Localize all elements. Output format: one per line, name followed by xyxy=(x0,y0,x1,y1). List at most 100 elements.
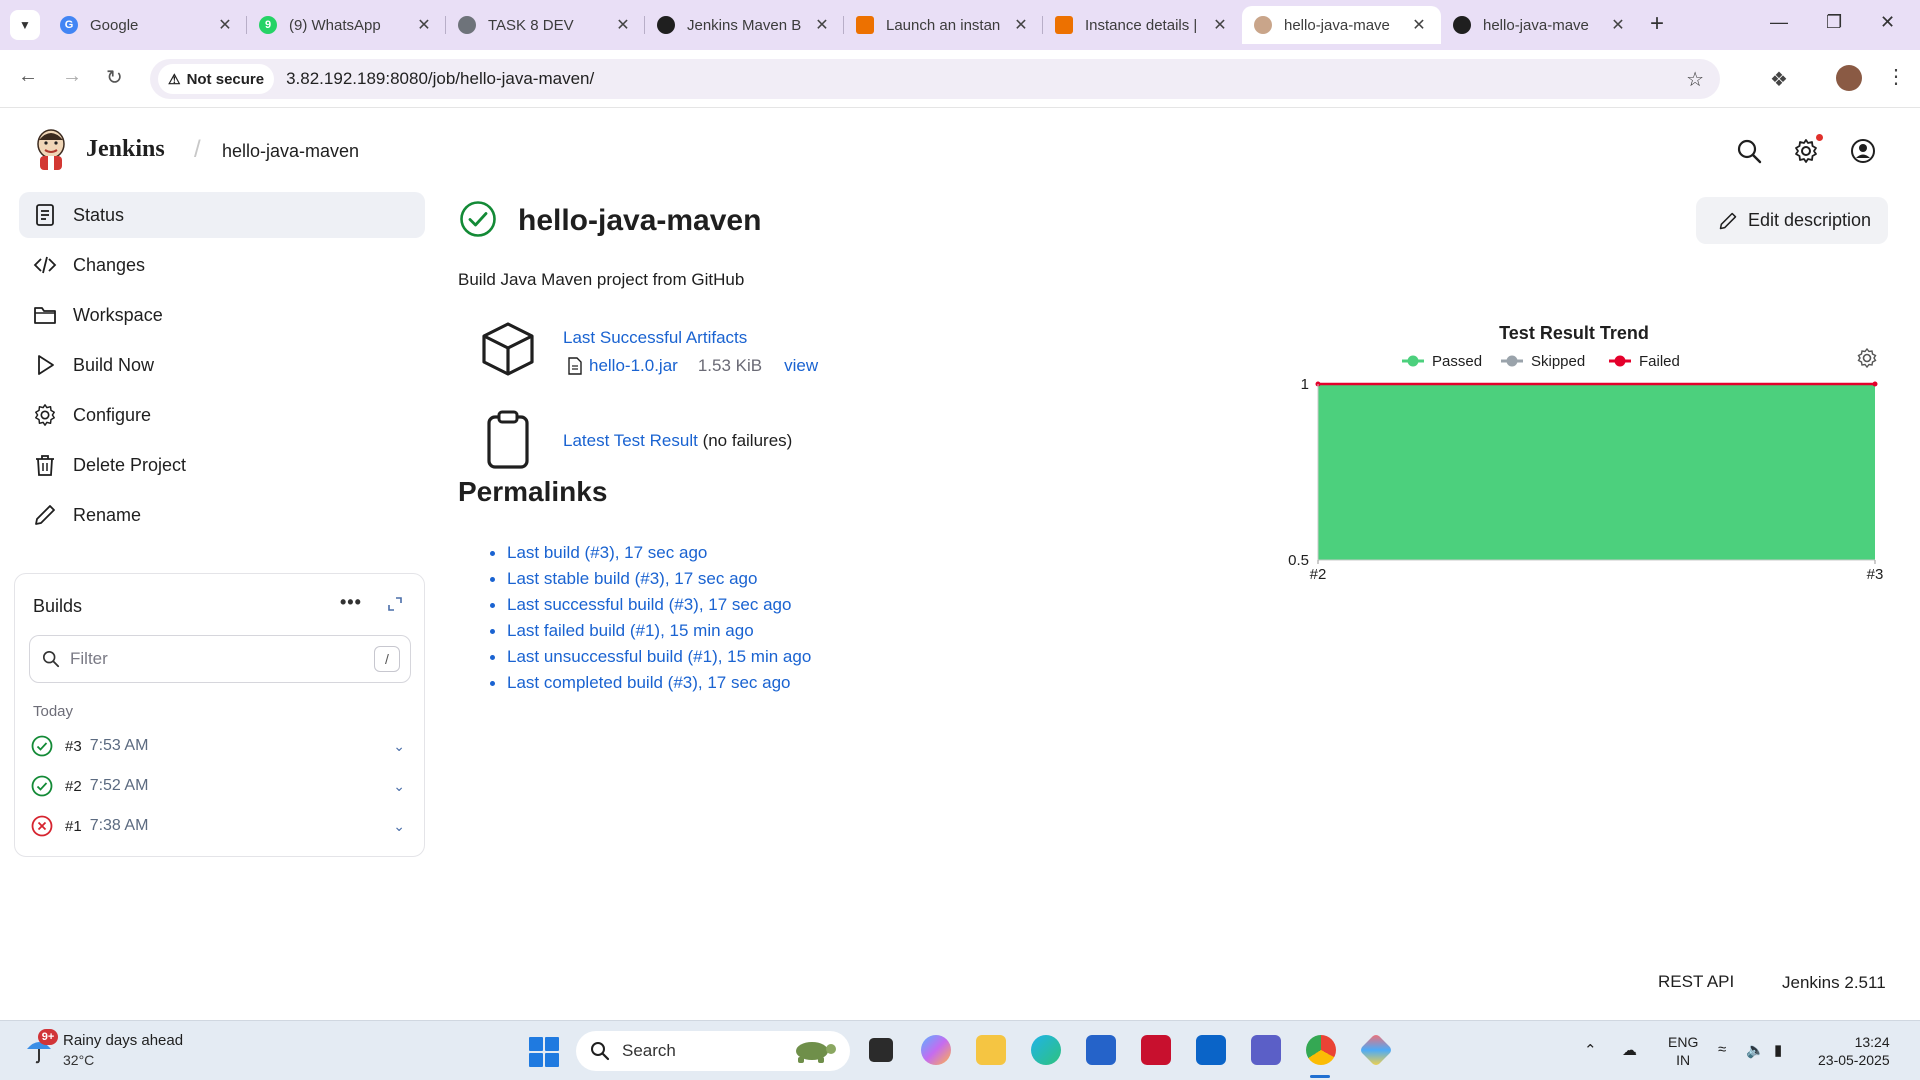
address-bar[interactable]: ⚠ Not secure 3.82.192.189:8080/job/hello… xyxy=(150,59,1720,99)
close-tab-icon[interactable]: ✕ xyxy=(1608,15,1628,35)
close-tab-icon[interactable]: ✕ xyxy=(613,15,633,35)
close-tab-icon[interactable]: ✕ xyxy=(812,15,832,35)
artifact-view-link[interactable]: view xyxy=(784,356,818,376)
site-security-chip[interactable]: ⚠ Not secure xyxy=(158,64,275,94)
y-tick-label: 1 xyxy=(1301,376,1309,393)
chevron-down-icon[interactable]: ⌄ xyxy=(393,738,405,755)
permalink-last-unsuccessful-build[interactable]: Last unsuccessful build (#1), 15 min ago xyxy=(507,647,811,667)
chevron-down-icon[interactable]: ⌄ xyxy=(393,818,405,835)
filter-input[interactable] xyxy=(70,649,374,669)
back-button[interactable]: ← xyxy=(18,65,38,88)
onedrive-icon[interactable]: ☁ xyxy=(1622,1041,1637,1059)
minimize-button[interactable]: — xyxy=(1770,12,1788,33)
chart-settings-gear-icon[interactable] xyxy=(1857,347,1877,369)
clock-date: 23-05-2025 xyxy=(1818,1052,1890,1068)
tab-whatsapp[interactable]: 9 (9) WhatsApp ✕ xyxy=(247,6,446,44)
new-tab-button[interactable]: + xyxy=(1650,10,1664,38)
legend-marker xyxy=(1506,355,1518,367)
jenkins-logo[interactable] xyxy=(34,128,68,172)
last-successful-artifacts-link[interactable]: Last Successful Artifacts xyxy=(563,328,747,348)
url-text[interactable]: 3.82.192.189:8080/job/hello-java-maven/ xyxy=(286,69,594,89)
permalink-last-build[interactable]: Last build (#3), 17 sec ago xyxy=(507,543,707,563)
builds-filter[interactable]: / xyxy=(29,635,411,683)
battery-icon[interactable]: ▮ xyxy=(1774,1041,1782,1059)
browser-menu-icon[interactable]: ⋮ xyxy=(1886,64,1906,89)
search-icon xyxy=(42,650,60,668)
outlook-icon[interactable] xyxy=(1196,1035,1226,1065)
tab-task8[interactable]: TASK 8 DEV ✕ xyxy=(446,6,645,44)
tab-instance-details[interactable]: Instance details | ✕ xyxy=(1043,6,1242,44)
breadcrumb-separator: / xyxy=(194,136,201,163)
bookmark-star-icon[interactable]: ☆ xyxy=(1686,67,1704,92)
close-tab-icon[interactable]: ✕ xyxy=(1210,15,1230,35)
permalink-last-successful-build[interactable]: Last successful build (#3), 17 sec ago xyxy=(507,595,791,615)
edge-icon[interactable] xyxy=(1031,1035,1061,1065)
jenkins-version[interactable]: Jenkins 2.511 xyxy=(1782,973,1886,993)
data-point xyxy=(1872,381,1878,387)
tab-search-button[interactable]: ▼ xyxy=(10,10,40,40)
close-tab-icon[interactable]: ✕ xyxy=(215,15,235,35)
store-icon[interactable] xyxy=(1086,1035,1116,1065)
sidebar-item-workspace[interactable]: Workspace xyxy=(19,292,425,338)
forward-button[interactable]: → xyxy=(62,65,82,88)
task-view-icon[interactable] xyxy=(869,1038,893,1062)
permalink-last-completed-build[interactable]: Last completed build (#3), 17 sec ago xyxy=(507,673,791,693)
sidebar-item-delete-project[interactable]: Delete Project xyxy=(19,442,425,488)
windows-start-icon[interactable] xyxy=(529,1037,559,1067)
builds-more-button[interactable]: ••• xyxy=(340,592,362,613)
extensions-icon[interactable]: ❖ xyxy=(1770,67,1788,92)
expand-icon[interactable] xyxy=(387,596,403,612)
permalink-last-stable-build[interactable]: Last stable build (#3), 17 sec ago xyxy=(507,569,757,589)
language-indicator[interactable]: ENG IN xyxy=(1668,1033,1698,1069)
app-icon[interactable] xyxy=(1359,1033,1393,1067)
artifact-file-link[interactable]: hello-1.0.jar xyxy=(589,356,678,376)
profile-avatar[interactable] xyxy=(1836,65,1862,91)
search-icon[interactable] xyxy=(1736,138,1762,164)
build-number[interactable]: #1 xyxy=(65,818,82,835)
legend-label: Skipped xyxy=(1531,353,1585,370)
breadcrumb-job[interactable]: hello-java-maven xyxy=(222,141,359,162)
file-explorer-icon[interactable] xyxy=(976,1035,1006,1065)
sidebar-item-build-now[interactable]: Build Now xyxy=(19,342,425,388)
sidebar-item-label: Changes xyxy=(73,254,146,275)
clock[interactable]: 13:24 23-05-2025 xyxy=(1818,1033,1890,1069)
tab-google[interactable]: G Google ✕ xyxy=(48,6,247,44)
weather-title[interactable]: Rainy days ahead xyxy=(63,1032,183,1049)
tab-hello-java-maven-jenkins[interactable]: hello-java-mave ✕ xyxy=(1242,6,1441,44)
rest-api-link[interactable]: REST API xyxy=(1658,972,1734,992)
chevron-up-icon[interactable]: ⌃ xyxy=(1584,1041,1597,1059)
tab-jenkins-maven[interactable]: Jenkins Maven B ✕ xyxy=(645,6,844,44)
jenkins-brand[interactable]: Jenkins xyxy=(86,136,165,163)
reload-button[interactable]: ↻ xyxy=(106,65,123,90)
edit-description-button[interactable]: Edit description xyxy=(1696,197,1888,244)
latest-test-result-link[interactable]: Latest Test Result xyxy=(563,431,698,450)
build-number[interactable]: #2 xyxy=(65,778,82,795)
teams-icon[interactable] xyxy=(1251,1035,1281,1065)
sidebar-item-configure[interactable]: Configure xyxy=(19,392,425,438)
build-number[interactable]: #3 xyxy=(65,738,82,755)
user-icon[interactable] xyxy=(1850,138,1876,164)
tab-launch-instance[interactable]: Launch an instan ✕ xyxy=(844,6,1043,44)
chevron-down-icon[interactable]: ⌄ xyxy=(393,778,405,795)
permalink-last-failed-build[interactable]: Last failed build (#1), 15 min ago xyxy=(507,621,754,641)
sidebar-item-status[interactable]: Status xyxy=(19,192,425,238)
mcafee-icon[interactable] xyxy=(1141,1035,1171,1065)
code-icon xyxy=(33,256,57,274)
chrome-icon[interactable] xyxy=(1306,1035,1336,1065)
volume-icon[interactable]: 🔈 xyxy=(1746,1041,1765,1059)
gear-icon[interactable] xyxy=(1793,138,1819,164)
tab-hello-java-maven-github[interactable]: hello-java-mave ✕ xyxy=(1441,6,1640,44)
build-row-3[interactable]: #3 7:53 AM ⌄ xyxy=(31,731,411,761)
close-tab-icon[interactable]: ✕ xyxy=(1011,15,1031,35)
build-row-2[interactable]: #2 7:52 AM ⌄ xyxy=(31,771,411,801)
close-tab-icon[interactable]: ✕ xyxy=(414,15,434,35)
close-window-button[interactable]: ✕ xyxy=(1880,12,1895,33)
sidebar-item-changes[interactable]: Changes xyxy=(19,242,425,288)
restore-button[interactable]: ❐ xyxy=(1826,12,1842,33)
build-row-1[interactable]: #1 7:38 AM ⌄ xyxy=(31,811,411,841)
wifi-icon[interactable]: ≈ xyxy=(1718,1041,1726,1058)
copilot-icon[interactable] xyxy=(921,1035,951,1065)
aws-icon xyxy=(856,16,874,34)
close-tab-icon[interactable]: ✕ xyxy=(1409,15,1429,35)
sidebar-item-rename[interactable]: Rename xyxy=(19,492,425,538)
